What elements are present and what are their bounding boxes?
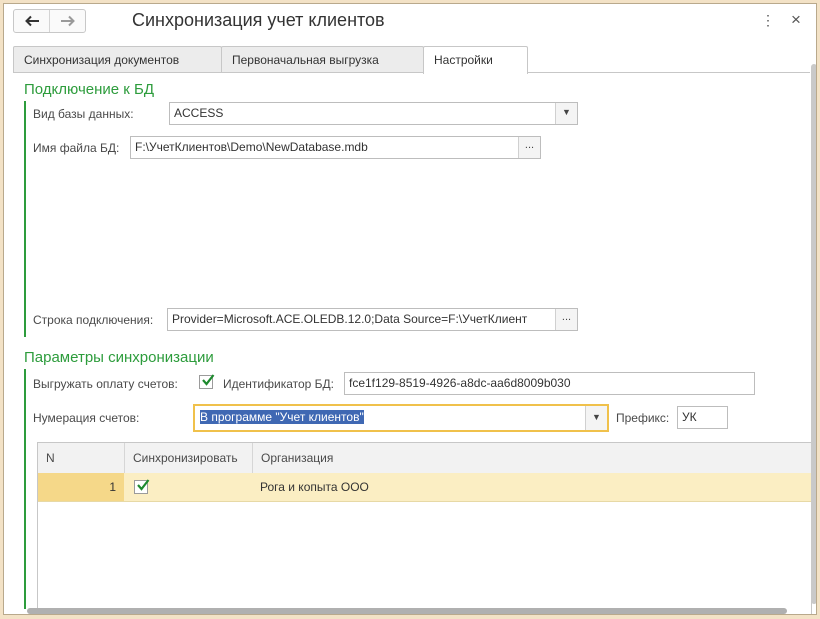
tab-divider (13, 72, 810, 73)
column-header-organization[interactable]: Организация (252, 443, 812, 473)
db-id-label: Идентификатор БД: (223, 377, 335, 391)
connection-string-input[interactable]: Provider=Microsoft.ACE.OLEDB.12.0;Data S… (167, 308, 578, 331)
column-header-sync[interactable]: Синхронизировать (124, 443, 252, 473)
db-section-title: Подключение к БД (24, 81, 155, 98)
db-file-value: F:\УчетКлиентов\Demo\NewDatabase.mdb (135, 140, 368, 154)
tab-bar: Синхронизация документов Первоначальная … (13, 46, 528, 74)
row-sync-cell[interactable] (124, 473, 252, 501)
tab-sync-documents[interactable]: Синхронизация документов (13, 46, 222, 73)
forward-button[interactable] (49, 10, 85, 32)
export-payment-checkbox[interactable] (199, 374, 215, 389)
window-title: Синхронизация учет клиентов (132, 10, 385, 30)
checkmark-icon (137, 479, 150, 491)
vertical-scrollbar[interactable] (810, 42, 816, 614)
connection-string-browse-button[interactable]: ... (555, 309, 577, 330)
chevron-down-icon: ▼ (592, 412, 601, 422)
tab-settings[interactable]: Настройки (423, 46, 528, 74)
prefix-input[interactable]: УК (677, 406, 728, 429)
prefix-value: УК (682, 410, 697, 424)
db-type-label: Вид базы данных: (33, 107, 134, 121)
connection-string-label: Строка подключения: (33, 313, 154, 327)
arrow-right-icon (60, 15, 75, 27)
titlebar: Синхронизация учет клиентов ⋮ × (4, 4, 816, 42)
export-payment-label: Выгружать оплату счетов: (33, 377, 178, 391)
checkmark-icon (202, 374, 215, 386)
tab-initial-export[interactable]: Первоначальная выгрузка (221, 46, 424, 73)
horizontal-scrollbar[interactable] (16, 607, 802, 614)
back-button[interactable] (14, 10, 49, 32)
close-icon[interactable]: × (788, 11, 804, 28)
row-number-cell[interactable]: 1 (38, 473, 124, 501)
numbering-value: В программе "Учет клиентов" (200, 410, 364, 424)
more-actions-icon[interactable]: ⋮ (760, 12, 776, 28)
numbering-dropdown-button[interactable]: ▼ (585, 406, 607, 430)
chevron-down-icon: ▼ (562, 107, 571, 117)
row-organization-cell[interactable]: Рога и копыта ООО (252, 473, 812, 501)
horizontal-scrollbar-thumb[interactable] (27, 608, 787, 614)
navigation-buttons (13, 9, 86, 33)
table-row[interactable]: 1 Рога и копыта ООО (38, 473, 811, 502)
db-type-value: ACCESS (174, 106, 224, 120)
db-section-bar (24, 101, 26, 337)
numbering-select[interactable]: В программе "Учет клиентов" ▼ (193, 404, 609, 432)
db-id-value: fce1f129-8519-4926-a8dc-aa6d8009b030 (349, 376, 571, 390)
organizations-table[interactable]: N Синхронизировать Организация 1 Рога и … (37, 442, 812, 614)
sync-section-bar (24, 369, 26, 609)
arrow-left-icon (24, 15, 39, 27)
sync-section-title: Параметры синхронизации (24, 349, 214, 366)
column-header-n[interactable]: N (38, 443, 124, 473)
db-type-dropdown-button[interactable]: ▼ (555, 103, 577, 124)
db-file-browse-button[interactable]: ... (518, 137, 540, 158)
connection-string-value: Provider=Microsoft.ACE.OLEDB.12.0;Data S… (172, 312, 528, 326)
main-window: Синхронизация учет клиентов ⋮ × Синхрони… (3, 3, 817, 615)
db-file-input[interactable]: F:\УчетКлиентов\Demo\NewDatabase.mdb ... (130, 136, 541, 159)
db-file-label: Имя файла БД: (33, 141, 120, 155)
table-header: N Синхронизировать Организация (38, 443, 811, 474)
vertical-scrollbar-thumb[interactable] (811, 64, 816, 604)
prefix-label: Префикс: (616, 411, 670, 425)
db-type-select[interactable]: ACCESS ▼ (169, 102, 578, 125)
db-id-input[interactable]: fce1f129-8519-4926-a8dc-aa6d8009b030 (344, 372, 755, 395)
numbering-label: Нумерация счетов: (33, 411, 140, 425)
row-sync-checkbox[interactable] (134, 479, 150, 494)
